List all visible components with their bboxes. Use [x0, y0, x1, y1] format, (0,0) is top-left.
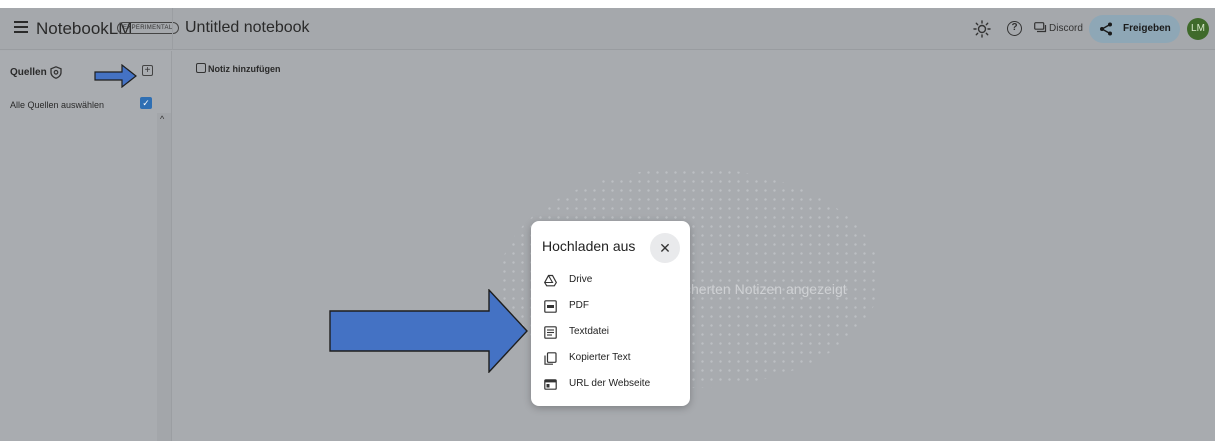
notebook-title[interactable]: Untitled notebook: [185, 19, 310, 37]
option-label: URL der Webseite: [569, 378, 651, 389]
note-icon: [196, 63, 206, 73]
add-source-icon[interactable]: +: [142, 65, 153, 76]
close-icon[interactable]: ✕: [650, 233, 680, 263]
sources-sidebar: Quellen + Alle Quellen auswählen ✓ ^: [0, 51, 172, 441]
share-icon: [1100, 22, 1112, 36]
divider: [172, 8, 173, 50]
option-drive[interactable]: Drive: [542, 271, 682, 291]
discord-icon[interactable]: [1034, 22, 1047, 33]
option-label: Textdatei: [569, 326, 610, 337]
add-note-label: Notiz hinzufügen: [208, 64, 281, 74]
add-note-button[interactable]: Notiz hinzufügen: [196, 63, 280, 74]
web-icon: [544, 379, 557, 390]
dialog-title: Hochladen aus: [542, 238, 636, 254]
option-label: Drive: [569, 274, 593, 285]
avatar[interactable]: LM: [1187, 18, 1209, 40]
option-pdf[interactable]: PDF: [542, 297, 682, 317]
menu-icon[interactable]: [14, 21, 28, 33]
select-all-label: Alle Quellen auswählen: [10, 100, 105, 110]
option-label: PDF: [569, 300, 589, 311]
sidebar-scrollbar[interactable]: [157, 113, 171, 441]
option-text-file[interactable]: Textdatei: [542, 323, 682, 343]
annotation-arrow-large: [329, 289, 528, 373]
app-frame: NotebookLM EXPERIMENTAL Untitled noteboo…: [0, 8, 1215, 441]
sources-label: Quellen: [10, 67, 47, 78]
help-icon[interactable]: ?: [1007, 21, 1022, 36]
copy-icon: [544, 352, 557, 365]
drive-icon: [544, 274, 557, 287]
pdf-icon: [544, 300, 557, 313]
share-label: Freigeben: [1123, 23, 1171, 34]
select-all-checkbox[interactable]: ✓: [140, 97, 152, 109]
chevron-up-icon[interactable]: ^: [160, 114, 164, 124]
discord-link[interactable]: Discord: [1049, 23, 1083, 34]
option-copied-text[interactable]: Kopierter Text: [542, 349, 682, 369]
share-button[interactable]: Freigeben: [1089, 15, 1180, 43]
experimental-badge: EXPERIMENTAL: [117, 22, 179, 34]
empty-notes-text: cherten Notizen angezeigt: [684, 281, 847, 297]
text-file-icon: [544, 326, 557, 339]
theme-sun-icon[interactable]: [973, 20, 991, 38]
upload-dialog: Hochladen aus ✕ Drive PDF Textdatei Kopi…: [531, 221, 690, 406]
option-website-url[interactable]: URL der Webseite: [542, 375, 682, 395]
shield-icon[interactable]: [50, 66, 62, 79]
annotation-arrow-small: [94, 64, 137, 88]
top-bar: NotebookLM EXPERIMENTAL Untitled noteboo…: [0, 8, 1215, 50]
option-label: Kopierter Text: [569, 352, 631, 363]
